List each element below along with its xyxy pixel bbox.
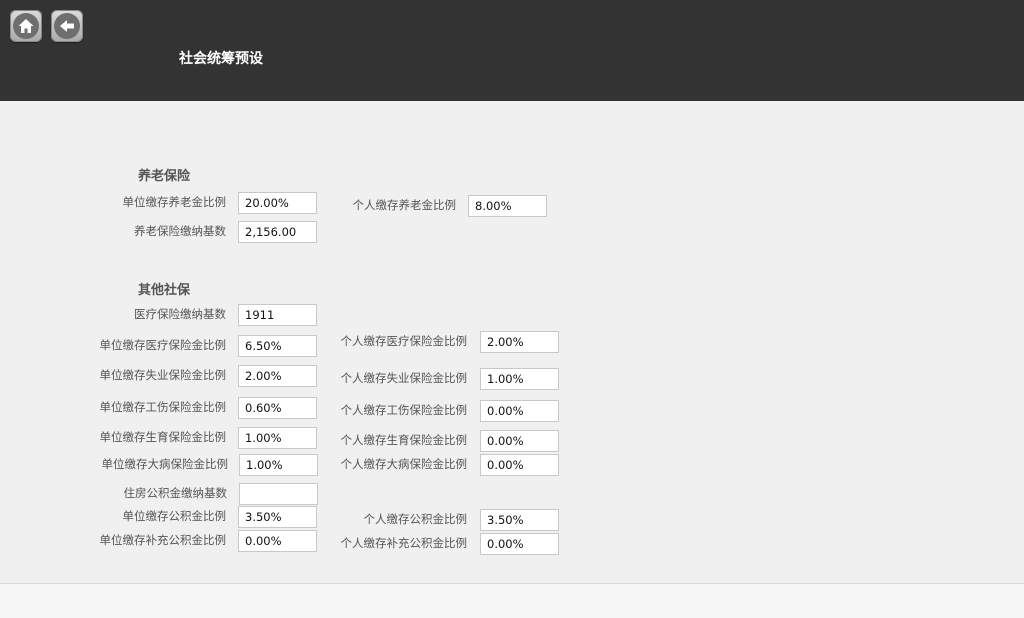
personal-housing-fund-rate-input[interactable]	[480, 509, 559, 531]
personal-maternity-rate-label: 个人缴存生育保险金比例	[340, 433, 468, 447]
pension-base-label: 养老保险缴纳基数	[134, 224, 226, 238]
personal-injury-rate-input[interactable]	[480, 400, 559, 422]
personal-medical-rate-label: 个人缴存医疗保险金比例	[340, 334, 468, 348]
employer-injury-rate-label: 单位缴存工伤保险金比例	[99, 400, 227, 414]
medical-base-input[interactable]	[238, 304, 317, 326]
pension-section-title: 养老保险	[138, 169, 191, 184]
employer-housing-fund-rate-label: 单位缴存公积金比例	[122, 509, 227, 523]
housing-fund-base-label: 住房公积金缴纳基数	[123, 486, 228, 500]
personal-pension-rate-input[interactable]	[468, 195, 547, 217]
personal-unemployment-rate-label: 个人缴存失业保险金比例	[340, 371, 468, 385]
pension-base-input[interactable]	[238, 221, 317, 243]
footer-bar	[0, 583, 1024, 618]
employer-medical-rate-label: 单位缴存医疗保险金比例	[99, 338, 227, 352]
employer-unemployment-rate-input[interactable]	[238, 365, 317, 387]
personal-maternity-rate-input[interactable]	[480, 430, 559, 452]
personal-pension-rate-label: 个人缴存养老金比例	[352, 198, 457, 212]
employer-injury-rate-input[interactable]	[238, 397, 317, 419]
personal-supplementary-housing-fund-rate-label: 个人缴存补充公积金比例	[340, 536, 468, 550]
employer-critical-illness-rate-label: 单位缴存大病保险金比例	[101, 457, 229, 471]
employer-pension-rate-label: 单位缴存养老金比例	[122, 195, 227, 209]
employer-supplementary-housing-fund-rate-input[interactable]	[238, 530, 317, 552]
employer-critical-illness-rate-input[interactable]	[239, 454, 318, 476]
employer-supplementary-housing-fund-rate-label: 单位缴存补充公积金比例	[99, 533, 227, 547]
employer-pension-rate-input[interactable]	[238, 192, 317, 214]
back-button[interactable]	[51, 10, 83, 42]
medical-base-label: 医疗保险缴纳基数	[134, 307, 226, 321]
personal-critical-illness-rate-label: 个人缴存大病保险金比例	[340, 457, 468, 471]
personal-injury-rate-label: 个人缴存工伤保险金比例	[340, 403, 468, 417]
personal-housing-fund-rate-label: 个人缴存公积金比例	[363, 512, 468, 526]
home-icon	[13, 13, 39, 39]
employer-maternity-rate-label: 单位缴存生育保险金比例	[99, 430, 227, 444]
page-title: 社会统筹预设	[179, 51, 263, 67]
personal-critical-illness-rate-input[interactable]	[480, 454, 559, 476]
personal-supplementary-housing-fund-rate-input[interactable]	[480, 533, 559, 555]
employer-unemployment-rate-label: 单位缴存失业保险金比例	[99, 368, 227, 382]
housing-fund-base-input[interactable]	[239, 483, 318, 505]
personal-medical-rate-input[interactable]	[480, 331, 559, 353]
personal-unemployment-rate-input[interactable]	[480, 368, 559, 390]
back-arrow-icon	[54, 13, 80, 39]
employer-maternity-rate-input[interactable]	[238, 427, 317, 449]
header-bar: 社会统筹预设	[0, 0, 1024, 101]
home-button[interactable]	[10, 10, 42, 42]
employer-housing-fund-rate-input[interactable]	[238, 506, 317, 528]
employer-medical-rate-input[interactable]	[238, 335, 317, 357]
other-insurance-section-title: 其他社保	[138, 283, 191, 298]
